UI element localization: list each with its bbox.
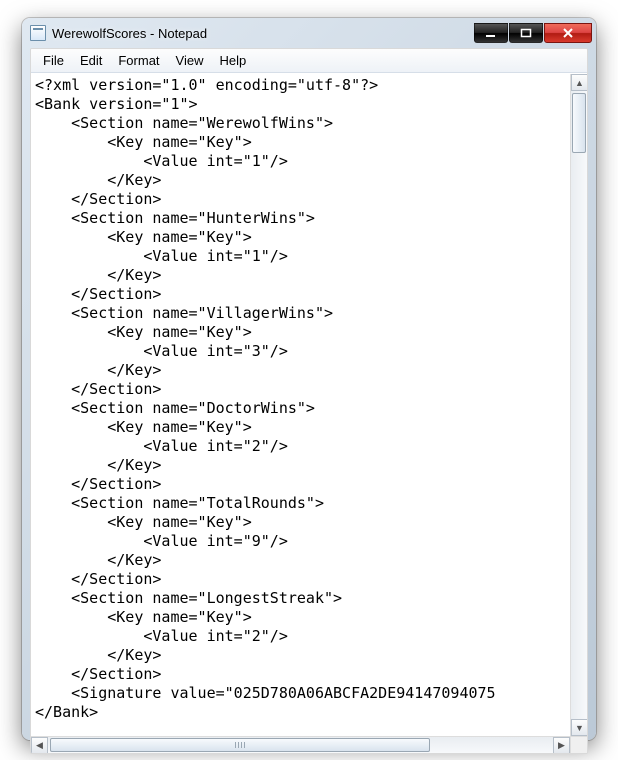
scroll-left-button[interactable]: ◀	[31, 737, 48, 754]
notepad-icon	[30, 25, 46, 41]
menu-file[interactable]: File	[35, 51, 72, 70]
scroll-down-button[interactable]: ▼	[571, 719, 588, 736]
horizontal-scroll-track[interactable]	[48, 737, 553, 753]
close-button[interactable]	[544, 23, 592, 43]
menu-view[interactable]: View	[168, 51, 212, 70]
scroll-up-button[interactable]: ▲	[571, 74, 588, 91]
horizontal-scrollbar[interactable]: ◀ ▶	[31, 737, 570, 753]
menu-help[interactable]: Help	[211, 51, 254, 70]
menu-format[interactable]: Format	[110, 51, 167, 70]
text-editor[interactable]: <?xml version="1.0" encoding="utf-8"?> <…	[31, 74, 570, 736]
vertical-scrollbar[interactable]: ▲ ▼	[570, 74, 587, 736]
resize-grip[interactable]	[570, 737, 587, 754]
window-frame: File Edit Format View Help <?xml version…	[30, 48, 588, 754]
maximize-button[interactable]	[509, 23, 543, 43]
menu-edit[interactable]: Edit	[72, 51, 110, 70]
vertical-scroll-track[interactable]	[571, 91, 587, 719]
horizontal-scroll-thumb[interactable]	[50, 738, 430, 752]
titlebar[interactable]: WerewolfScores - Notepad	[22, 18, 596, 48]
scroll-right-button[interactable]: ▶	[553, 737, 570, 754]
minimize-button[interactable]	[474, 23, 508, 43]
window-title: WerewolfScores - Notepad	[52, 26, 474, 41]
menubar: File Edit Format View Help	[31, 49, 587, 73]
vertical-scroll-thumb[interactable]	[572, 93, 586, 153]
